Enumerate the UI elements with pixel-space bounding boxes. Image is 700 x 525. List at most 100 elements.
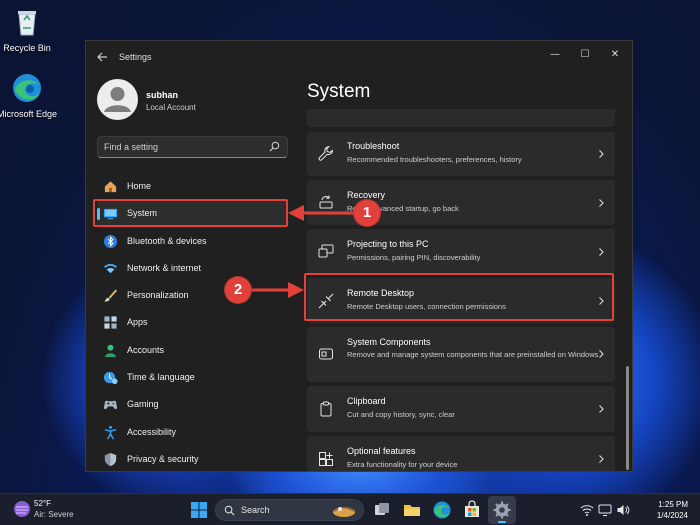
partial-card[interactable]: [307, 109, 615, 127]
sidebar-item-accounts[interactable]: Accounts: [97, 337, 288, 364]
clock-time: 1:25 PM: [658, 500, 688, 509]
file-explorer-icon[interactable]: [402, 500, 422, 520]
card-clipboard[interactable]: Clipboard Cut and copy history, sync, cl…: [307, 386, 615, 432]
optional-features-icon: [319, 452, 333, 466]
back-arrow-icon: [97, 52, 107, 62]
microsoft-store-icon[interactable]: [462, 500, 482, 520]
chevron-right-icon: [599, 455, 604, 463]
maximize-button[interactable]: ☐: [571, 45, 599, 65]
close-button[interactable]: ✕: [601, 45, 629, 65]
sidebar-item-apps[interactable]: Apps: [97, 309, 288, 336]
card-description: Recommended troubleshooters, preferences…: [347, 155, 522, 164]
desktop-recycle-bin[interactable]: Recycle Bin: [0, 6, 58, 53]
card-description: Remove and manage system components that…: [347, 350, 599, 359]
edge-icon: [13, 74, 41, 102]
chevron-right-icon: [599, 199, 604, 207]
title-bar[interactable]: Settings — ☐ ✕: [86, 41, 632, 73]
system-highlight-box: [93, 199, 288, 227]
card-title: Optional features: [347, 446, 416, 456]
clipboard-icon: [320, 401, 332, 417]
step-badge-2: 2: [225, 277, 251, 303]
user-avatar-icon: [104, 87, 131, 112]
taskbar-search[interactable]: Search: [215, 499, 364, 521]
weather-alert-icon: [14, 501, 30, 517]
card-projecting[interactable]: Projecting to this PC Permissions, pairi…: [307, 229, 615, 274]
search-box[interactable]: [97, 136, 288, 158]
time-language-icon: [103, 371, 118, 385]
sidebar-item-accessibility[interactable]: Accessibility: [97, 419, 288, 446]
sidebar-item-label: Gaming: [127, 399, 159, 410]
wrench-icon: [318, 146, 334, 161]
avatar[interactable]: [97, 79, 138, 120]
home-icon: [104, 181, 117, 193]
active-app-indicator: [498, 521, 506, 523]
card-description: Cut and copy history, sync, clear: [347, 410, 455, 419]
page-title: System: [307, 81, 371, 102]
weather-description: Air: Severe: [34, 510, 74, 519]
accounts-icon: [104, 344, 117, 357]
brush-icon: [104, 289, 118, 302]
card-title: Clipboard: [347, 396, 386, 406]
sidebar-item-label: Bluetooth & devices: [127, 235, 207, 246]
sidebar-item-privacy-security[interactable]: Privacy & security: [97, 446, 288, 471]
settings-taskbar-button[interactable]: [488, 496, 516, 524]
chevron-right-icon: [599, 350, 604, 358]
arrow-2: [252, 282, 304, 298]
shield-icon: [104, 452, 117, 467]
scrollbar[interactable]: [626, 366, 629, 470]
search-icon[interactable]: [269, 141, 280, 152]
sidebar-item-home[interactable]: Home: [97, 173, 288, 200]
sidebar-item-label: Accounts: [127, 344, 165, 355]
system-clock[interactable]: 1:25 PM 1/4/2024: [636, 499, 688, 521]
minimize-button[interactable]: —: [541, 45, 569, 65]
clock-date: 1/4/2024: [656, 511, 688, 520]
weather-temperature: 52°F: [34, 499, 51, 508]
arrow-1: [288, 205, 354, 221]
card-troubleshoot[interactable]: Troubleshoot Recommended troubleshooters…: [307, 132, 615, 176]
sidebar-item-label: Apps: [127, 317, 148, 328]
sidebar-item-bluetooth[interactable]: Bluetooth & devices: [97, 228, 288, 255]
windows-start-icon[interactable]: [189, 500, 209, 520]
step-badge-1: 1: [354, 200, 380, 226]
apps-icon: [104, 316, 117, 330]
search-input[interactable]: [104, 140, 264, 154]
sidebar-item-gaming[interactable]: Gaming: [97, 391, 288, 418]
desktop-icon-label: Microsoft Edge: [0, 109, 58, 119]
sidebar-item-network[interactable]: Network & internet: [97, 255, 288, 282]
volume-icon[interactable]: [616, 503, 630, 517]
accessibility-icon: [104, 425, 117, 440]
sidebar-item-label: Accessibility: [127, 426, 177, 437]
card-title: System Components: [347, 337, 431, 347]
profile-account-type: Local Account: [146, 103, 196, 112]
card-system-components[interactable]: System Components Remove and manage syst…: [307, 327, 615, 382]
gear-icon: [493, 501, 511, 519]
card-description: Extra functionality for your device: [347, 460, 458, 469]
card-optional-features[interactable]: Optional features Extra functionality fo…: [307, 436, 615, 471]
network-tray-icon[interactable]: [598, 503, 612, 517]
search-icon: [224, 505, 235, 516]
desktop-microsoft-edge[interactable]: Microsoft Edge: [0, 72, 58, 119]
task-view-icon[interactable]: [372, 500, 392, 520]
weather-widget[interactable]: 52°F Air: Severe: [8, 494, 88, 525]
card-description: Permissions, pairing PIN, discoverabilit…: [347, 253, 481, 262]
edge-icon[interactable]: [432, 500, 452, 520]
recycle-bin-icon: [18, 11, 36, 36]
sidebar-item-label: Network & internet: [127, 262, 202, 273]
taskbar: 52°F Air: Severe Search 1:25 PM 1/4/2024: [0, 493, 700, 525]
gaming-icon: [103, 401, 118, 410]
window-title: Settings: [119, 52, 152, 62]
projecting-icon: [318, 244, 334, 258]
remote-desktop-highlight-box: [304, 273, 614, 321]
taskbar-search-label: Search: [241, 505, 270, 515]
settings-window: Settings — ☐ ✕ subhan Local Account Home…: [85, 40, 633, 472]
sidebar-item-time-language[interactable]: Time & language: [97, 364, 288, 391]
card-description: Reset, advanced startup, go back: [347, 204, 459, 213]
sidebar-item-label: Privacy & security: [127, 453, 199, 464]
chevron-right-icon: [599, 405, 604, 413]
chevron-right-icon: [599, 150, 604, 158]
card-title: Projecting to this PC: [347, 239, 429, 249]
wifi-tray-icon[interactable]: [580, 503, 594, 517]
sidebar-item-label: Home: [127, 181, 152, 191]
desktop-icon-label: Recycle Bin: [3, 43, 51, 53]
back-button[interactable]: [94, 49, 110, 65]
